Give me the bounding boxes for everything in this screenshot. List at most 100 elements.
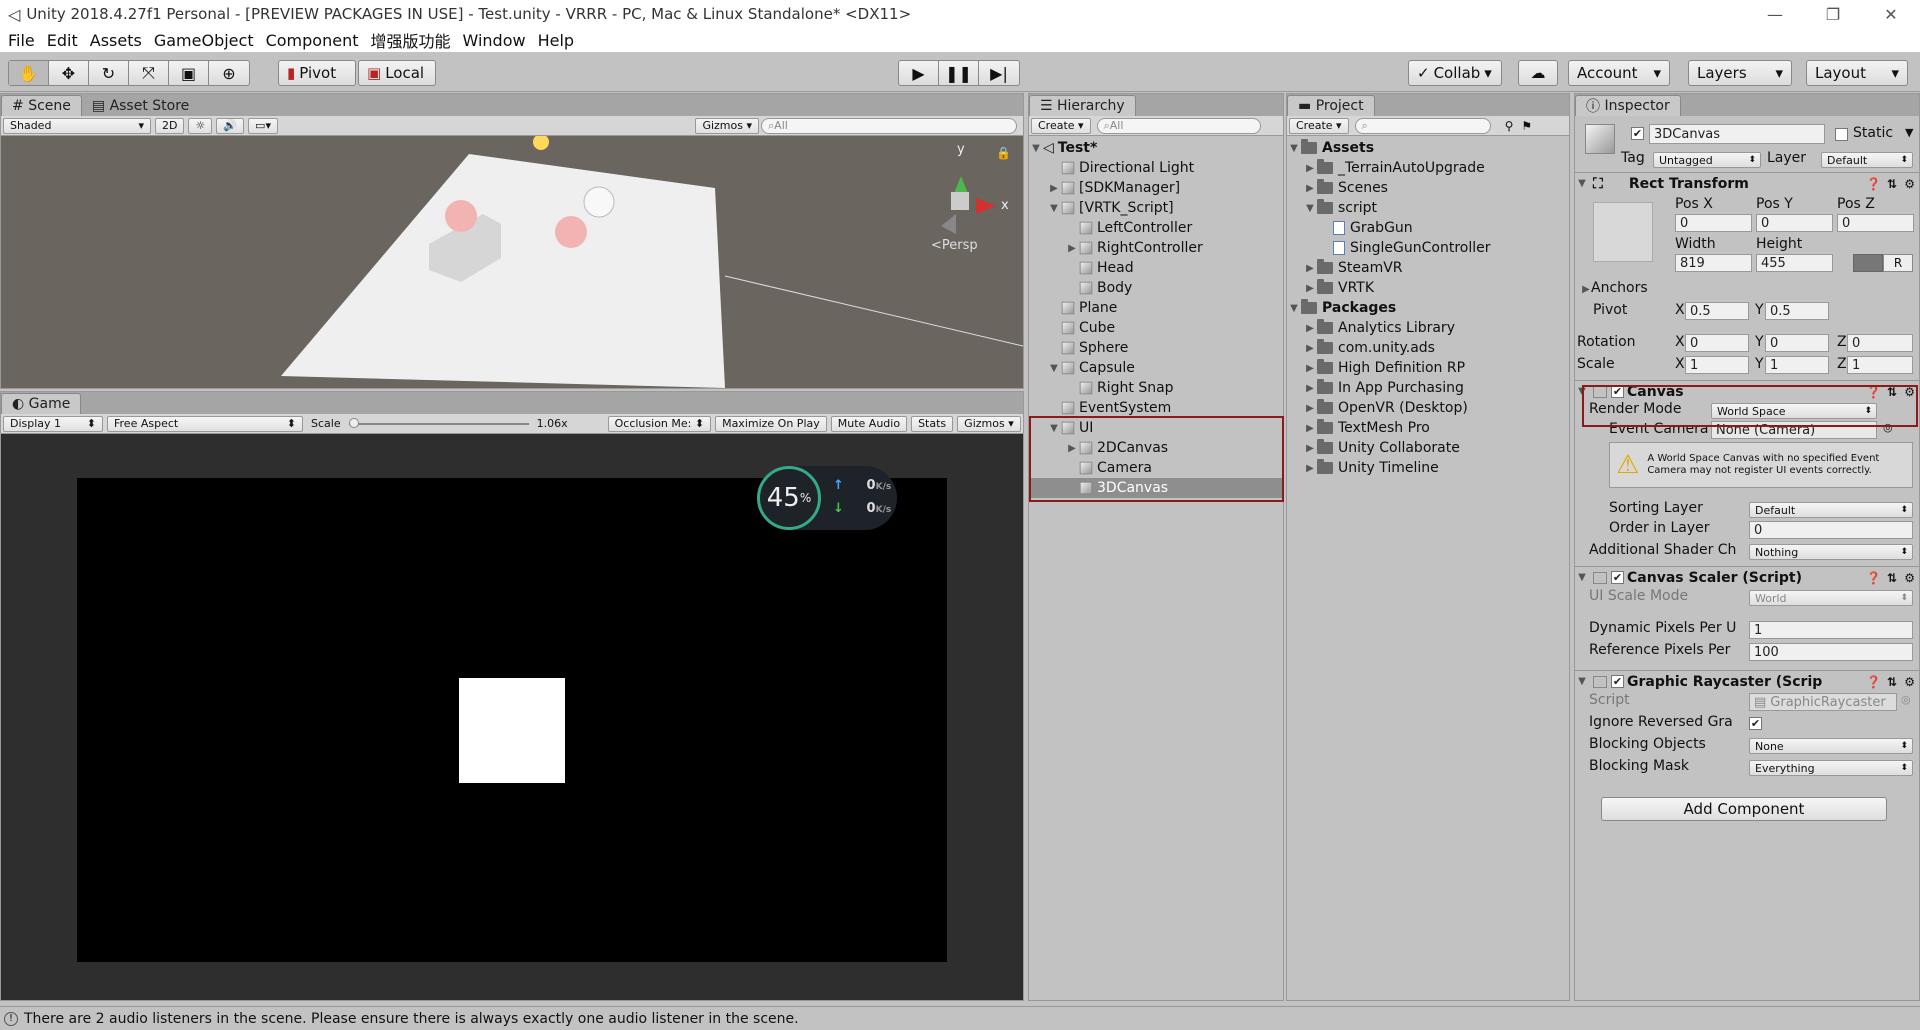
expand-arrow-icon[interactable]: ▶: [1303, 163, 1317, 174]
expand-arrow-icon[interactable]: ▶: [1303, 423, 1317, 434]
expand-arrow-icon[interactable]: ▼: [1287, 143, 1301, 154]
tab-scene[interactable]: # Scene: [1, 95, 82, 116]
hierarchy-item[interactable]: 3DCanvas: [1029, 478, 1283, 498]
hierarchy-item[interactable]: ▶ 2DCanvas: [1029, 438, 1283, 458]
effects-dropdown[interactable]: ▭ ▾: [248, 117, 278, 134]
menu-window[interactable]: Window: [463, 31, 526, 50]
hierarchy-search[interactable]: ⌕ All: [1096, 117, 1261, 134]
orientation-gizmo[interactable]: [941, 176, 996, 234]
hierarchy-create-dropdown[interactable]: Create ▾: [1031, 117, 1091, 134]
hierarchy-item[interactable]: EventSystem: [1029, 398, 1283, 418]
help-icon[interactable]: ❓: [1866, 177, 1881, 191]
dynamic-pixels-field[interactable]: 1: [1749, 621, 1913, 639]
expand-arrow-icon[interactable]: ▼: [1047, 363, 1061, 374]
project-item[interactable]: ▶ com.unity.ads: [1287, 338, 1569, 358]
pos-x-field[interactable]: 0: [1675, 214, 1752, 232]
rotation-z-field[interactable]: 0: [1847, 334, 1913, 352]
preset-icon[interactable]: ⇅: [1887, 177, 1897, 191]
lock-icon[interactable]: 🔒: [996, 146, 1011, 160]
settings-gear-icon[interactable]: ⚙: [1904, 675, 1915, 689]
scale-slider-thumb[interactable]: [348, 417, 359, 428]
move-tool-icon[interactable]: ✥: [49, 61, 89, 85]
reference-pixels-field[interactable]: 100: [1749, 643, 1913, 661]
pivot-y-field[interactable]: 0.5: [1765, 302, 1829, 320]
hierarchy-item[interactable]: ▼ [VRTK_Script]: [1029, 198, 1283, 218]
active-checkbox[interactable]: ✔: [1631, 127, 1644, 140]
expand-arrow-icon[interactable]: ▶: [1303, 263, 1317, 274]
audio-toggle[interactable]: 🔊: [216, 117, 245, 134]
scene-root[interactable]: ▼ ◁ Test*: [1029, 138, 1283, 158]
expand-arrow-icon[interactable]: ▶: [1303, 463, 1317, 474]
game-view[interactable]: 45% ↑ 0K/s ↓ 0K/s: [1, 434, 1023, 1000]
hierarchy-item[interactable]: LeftController: [1029, 218, 1283, 238]
cloud-button[interactable]: ☁: [1518, 60, 1558, 86]
filter-label-icon[interactable]: ⚑: [1521, 119, 1532, 133]
tab-inspector[interactable]: ⓘ Inspector: [1575, 95, 1681, 116]
lighting-toggle[interactable]: ☼: [188, 117, 213, 134]
layout-dropdown[interactable]: Layout ▾: [1806, 60, 1908, 86]
scene-view[interactable]: y x <Persp 🔒: [1, 136, 1023, 388]
project-item[interactable]: ▶ _TerrainAutoUpgrade: [1287, 158, 1569, 178]
hierarchy-item[interactable]: ▼ Capsule: [1029, 358, 1283, 378]
mute-toggle[interactable]: Mute Audio: [830, 415, 908, 432]
hierarchy-item[interactable]: Camera: [1029, 458, 1283, 478]
width-field[interactable]: 819: [1675, 254, 1752, 272]
render-mode-dropdown[interactable]: World Space: [1711, 403, 1877, 419]
project-item[interactable]: ▶ Unity Collaborate: [1287, 438, 1569, 458]
gizmos-dropdown[interactable]: Gizmos ▾: [695, 117, 759, 134]
collab-dropdown[interactable]: ✓ Collab ▾: [1408, 60, 1502, 86]
maximize-toggle[interactable]: Maximize On Play: [715, 415, 827, 432]
project-create-dropdown[interactable]: Create ▾: [1289, 117, 1349, 134]
project-item[interactable]: ▼ Assets: [1287, 138, 1569, 158]
pivot-x-field[interactable]: 0.5: [1685, 302, 1749, 320]
expand-arrow-icon[interactable]: ▶: [1303, 323, 1317, 334]
static-checkbox[interactable]: [1835, 128, 1848, 141]
raw-edit-button[interactable]: R: [1883, 254, 1913, 272]
settings-gear-icon[interactable]: ⚙: [1904, 177, 1915, 191]
project-item[interactable]: ▶ Scenes: [1287, 178, 1569, 198]
canvas-component-header[interactable]: ▼ ✔ Canvas ❓ ⇅ ⚙: [1575, 380, 1919, 402]
tab-hierarchy[interactable]: ☰ Hierarchy: [1029, 95, 1136, 116]
expand-arrow-icon[interactable]: ▶: [1047, 183, 1061, 194]
expand-arrow-icon[interactable]: ▶: [1303, 403, 1317, 414]
event-camera-field[interactable]: None (Camera): [1711, 421, 1877, 439]
expand-arrow-icon[interactable]: ▶: [1303, 343, 1317, 354]
project-item[interactable]: ▶ TextMesh Pro: [1287, 418, 1569, 438]
expand-arrow-icon[interactable]: ▶: [1065, 243, 1079, 254]
hand-tool-icon[interactable]: ✋: [9, 61, 49, 85]
hierarchy-item[interactable]: Right Snap: [1029, 378, 1283, 398]
display-dropdown[interactable]: Display 1 ⬍: [3, 415, 103, 432]
object-name-field[interactable]: 3DCanvas: [1649, 124, 1825, 144]
play-icon[interactable]: ▶: [899, 61, 939, 85]
hierarchy-item[interactable]: Cube: [1029, 318, 1283, 338]
object-picker-icon[interactable]: ◎: [1883, 421, 1893, 434]
expand-arrow-icon[interactable]: ▶: [1303, 363, 1317, 374]
step-icon[interactable]: ▶|: [979, 61, 1019, 85]
preset-icon[interactable]: ⇅: [1887, 675, 1897, 689]
pause-icon[interactable]: ❚❚: [939, 61, 979, 85]
game-gizmos-dropdown[interactable]: Gizmos ▾: [957, 415, 1021, 432]
filter-type-icon[interactable]: ⚲: [1505, 119, 1514, 133]
expand-arrow-icon[interactable]: ▼: [1287, 303, 1301, 314]
scale-z-field[interactable]: 1: [1847, 356, 1913, 374]
menu-edit[interactable]: Edit: [47, 31, 78, 50]
account-dropdown[interactable]: Account ▾: [1568, 60, 1670, 86]
project-item[interactable]: ▼ script: [1287, 198, 1569, 218]
expand-arrow-icon[interactable]: ▶: [1065, 443, 1079, 454]
close-button[interactable]: ✕: [1862, 0, 1920, 28]
project-item[interactable]: ▶ VRTK: [1287, 278, 1569, 298]
canvas-enabled-checkbox[interactable]: ✔: [1611, 385, 1624, 398]
shader-channels-dropdown[interactable]: Nothing: [1749, 544, 1913, 560]
project-item[interactable]: ▼ Packages: [1287, 298, 1569, 318]
occlusion-dropdown[interactable]: Occlusion Me: ⬍: [607, 415, 712, 432]
shading-dropdown[interactable]: Shaded ▾: [3, 117, 151, 134]
rect-transform-header[interactable]: ▼ ⛶ Rect Transform ❓ ⇅ ⚙: [1575, 172, 1919, 194]
preset-icon[interactable]: ⇅: [1887, 385, 1897, 399]
graphic-raycaster-header[interactable]: ▼ ✔ Graphic Raycaster (Scrip ❓ ⇅ ⚙: [1575, 670, 1919, 692]
tab-project[interactable]: ▬ Project: [1287, 95, 1375, 116]
hierarchy-item[interactable]: Body: [1029, 278, 1283, 298]
ignore-reversed-checkbox[interactable]: ✔: [1749, 717, 1762, 730]
pivot-button[interactable]: ▮ Pivot: [278, 60, 356, 86]
hierarchy-item[interactable]: ▶ [SDKManager]: [1029, 178, 1283, 198]
help-icon[interactable]: ❓: [1866, 385, 1881, 399]
